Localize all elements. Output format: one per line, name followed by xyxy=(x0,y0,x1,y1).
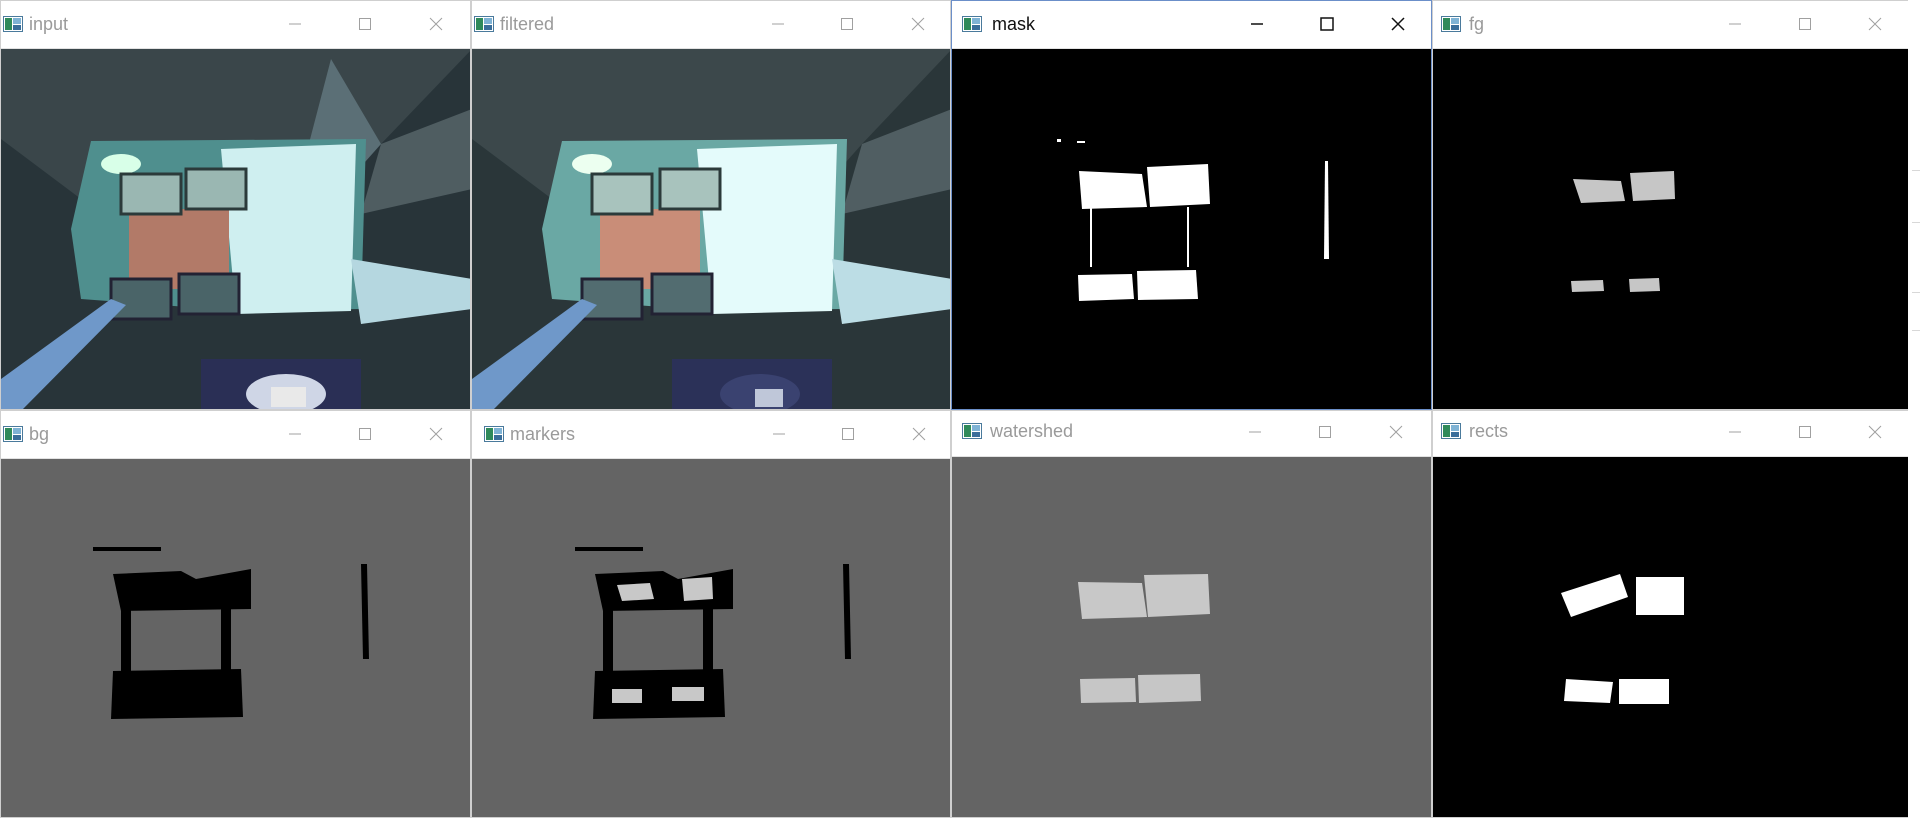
close-icon xyxy=(1391,17,1405,31)
close-button[interactable] xyxy=(425,423,447,445)
titlebar[interactable]: watershed xyxy=(952,411,1431,457)
maximize-icon xyxy=(842,428,854,440)
maximize-button[interactable] xyxy=(354,423,376,445)
minimize-icon xyxy=(772,23,784,25)
close-button[interactable] xyxy=(908,423,930,445)
close-icon xyxy=(429,427,443,441)
maximize-icon xyxy=(841,18,853,30)
titlebar[interactable]: input xyxy=(1,1,470,49)
close-button[interactable] xyxy=(1864,421,1886,443)
maximize-icon xyxy=(1320,17,1334,31)
window-input[interactable]: input xyxy=(0,0,471,410)
titlebar[interactable]: bg xyxy=(1,411,470,459)
image-bg xyxy=(1,459,470,817)
right-edge-strip xyxy=(1908,0,1920,818)
maximize-button[interactable] xyxy=(1794,13,1816,35)
opencv-window-icon xyxy=(3,426,23,442)
minimize-button[interactable] xyxy=(1724,421,1746,443)
window-filtered[interactable]: filtered xyxy=(471,0,951,410)
maximize-button[interactable] xyxy=(1314,421,1336,443)
window-title: rects xyxy=(1469,421,1509,441)
maximize-icon xyxy=(1799,18,1811,30)
maximize-button[interactable] xyxy=(1794,421,1816,443)
image-mask xyxy=(952,49,1431,409)
maximize-button[interactable] xyxy=(354,13,376,35)
titlebar[interactable]: filtered xyxy=(472,1,950,49)
opencv-window-icon xyxy=(962,423,982,439)
edge-tick xyxy=(1912,292,1920,293)
minimize-icon xyxy=(289,433,301,435)
titlebar[interactable]: fg xyxy=(1433,1,1909,49)
edge-tick xyxy=(1912,222,1920,223)
window-mask[interactable]: mask xyxy=(951,0,1432,410)
image-markers xyxy=(472,459,950,817)
minimize-button[interactable] xyxy=(1724,13,1746,35)
minimize-icon xyxy=(1249,431,1261,433)
opencv-window-icon xyxy=(1441,423,1461,439)
titlebar[interactable]: mask xyxy=(952,1,1431,49)
image-fg xyxy=(1433,49,1909,409)
window-title: filtered xyxy=(500,14,555,34)
opencv-window-icon xyxy=(484,426,504,442)
minimize-icon xyxy=(1729,23,1741,25)
window-title: bg xyxy=(29,424,50,444)
opencv-window-icon xyxy=(1441,16,1461,32)
minimize-button[interactable] xyxy=(284,13,306,35)
edge-tick xyxy=(1912,330,1920,331)
edge-tick xyxy=(1912,170,1920,171)
window-markers[interactable]: markers xyxy=(471,410,951,818)
titlebar[interactable]: rects xyxy=(1433,411,1909,457)
window-title: watershed xyxy=(990,421,1074,441)
window-watershed[interactable]: watershed xyxy=(951,410,1432,818)
window-bg[interactable]: bg xyxy=(0,410,471,818)
minimize-icon xyxy=(1729,431,1741,433)
window-fg[interactable]: fg xyxy=(1432,0,1910,410)
minimize-button[interactable] xyxy=(1244,421,1266,443)
opencv-window-icon xyxy=(474,16,494,32)
maximize-button[interactable] xyxy=(836,13,858,35)
image-input xyxy=(1,49,470,409)
maximize-button[interactable] xyxy=(837,423,859,445)
close-button[interactable] xyxy=(1385,421,1407,443)
close-icon xyxy=(1868,17,1882,31)
close-icon xyxy=(912,427,926,441)
minimize-icon xyxy=(773,433,785,435)
maximize-icon xyxy=(359,18,371,30)
close-button[interactable] xyxy=(1864,13,1886,35)
titlebar[interactable]: markers xyxy=(472,411,950,459)
close-button[interactable] xyxy=(425,13,447,35)
image-rects xyxy=(1433,457,1909,817)
minimize-button[interactable] xyxy=(767,13,789,35)
image-watershed xyxy=(952,457,1431,817)
minimize-icon xyxy=(1251,23,1263,25)
close-button[interactable] xyxy=(1387,13,1409,35)
minimize-button[interactable] xyxy=(284,423,306,445)
window-title: input xyxy=(29,14,69,34)
maximize-button[interactable] xyxy=(1316,13,1338,35)
close-icon xyxy=(1389,425,1403,439)
minimize-icon xyxy=(289,23,301,25)
maximize-icon xyxy=(359,428,371,440)
opencv-window-icon xyxy=(3,16,23,32)
close-icon xyxy=(429,17,443,31)
close-button[interactable] xyxy=(907,13,929,35)
minimize-button[interactable] xyxy=(768,423,790,445)
window-rects[interactable]: rects xyxy=(1432,410,1910,818)
close-icon xyxy=(911,17,925,31)
maximize-icon xyxy=(1319,426,1331,438)
minimize-button[interactable] xyxy=(1246,13,1268,35)
window-title: markers xyxy=(510,424,576,444)
opencv-window-icon xyxy=(962,16,982,32)
close-icon xyxy=(1868,425,1882,439)
image-filtered xyxy=(472,49,950,409)
window-title: mask xyxy=(992,14,1036,34)
window-title: fg xyxy=(1469,14,1485,34)
maximize-icon xyxy=(1799,426,1811,438)
